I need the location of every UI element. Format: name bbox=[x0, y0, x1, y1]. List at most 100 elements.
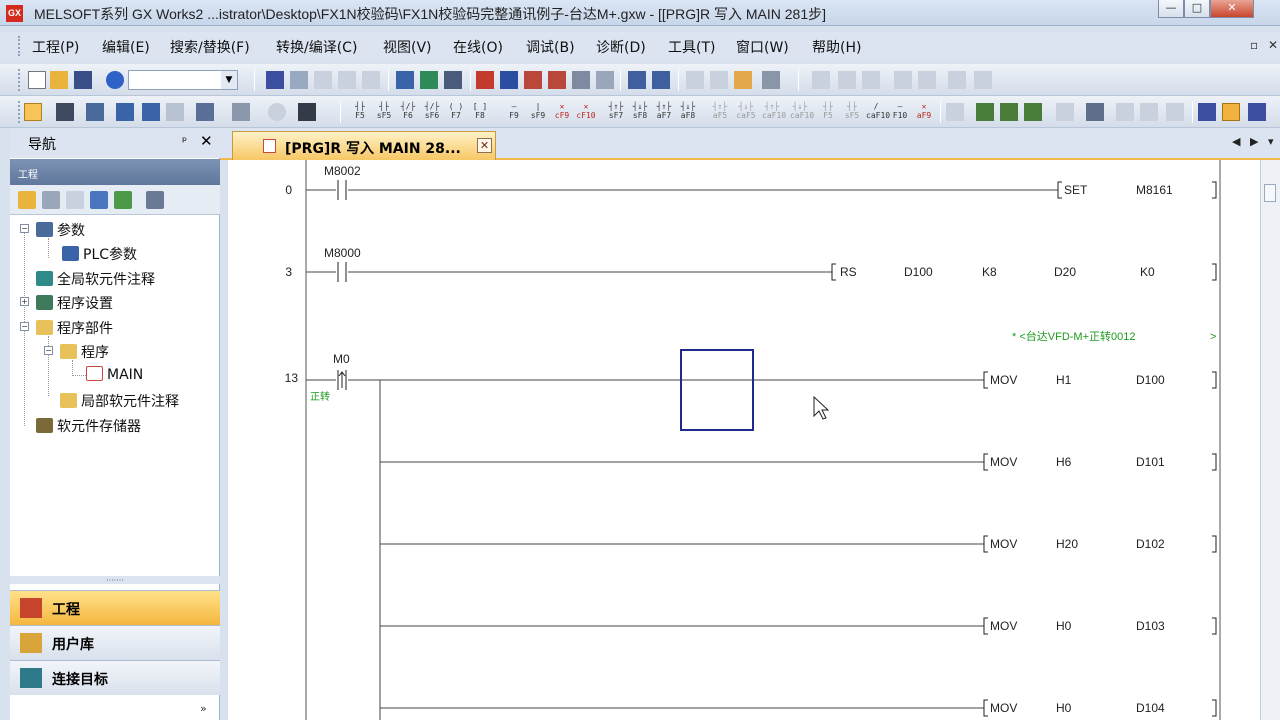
rising-pulse-icon[interactable]: ┤↑├ sF7 bbox=[606, 102, 626, 120]
read-from-plc-icon[interactable] bbox=[476, 71, 494, 89]
write-mode-icon[interactable] bbox=[1000, 103, 1018, 121]
vertical-line-icon[interactable]: | sF9 bbox=[528, 102, 548, 120]
close-tab-icon[interactable]: ✕ bbox=[477, 138, 492, 153]
tab-scroll-left-icon[interactable]: ◀ bbox=[1232, 135, 1240, 148]
navigation-window-icon[interactable] bbox=[24, 103, 42, 121]
ladder-tool-icon[interactable] bbox=[1222, 103, 1240, 121]
collapse-toggle[interactable]: − bbox=[20, 224, 29, 233]
ladder-tool-icon[interactable] bbox=[894, 71, 912, 89]
operation-result-icon[interactable]: ┤↓├ caF10 bbox=[790, 102, 814, 120]
open-contact-icon[interactable]: ┤├ F5 bbox=[350, 102, 370, 120]
menu-debug[interactable]: 调试(B) bbox=[526, 37, 575, 57]
menu-view[interactable]: 视图(V) bbox=[383, 37, 432, 57]
ladder-tool-icon[interactable] bbox=[1248, 103, 1266, 121]
remote-operation-icon[interactable] bbox=[548, 71, 566, 89]
device-test-icon[interactable] bbox=[166, 103, 184, 121]
rising-negation-icon[interactable]: ┤↑├ aF5 bbox=[710, 102, 730, 120]
ladder-tool-icon[interactable]: ┤├ F5 bbox=[818, 102, 838, 120]
menu-grip[interactable] bbox=[18, 36, 22, 56]
panel-splitter[interactable]: ······· bbox=[10, 576, 220, 585]
help-icon[interactable] bbox=[106, 71, 124, 89]
closed-branch-icon[interactable]: ┤/├ sF6 bbox=[422, 102, 442, 120]
tree-item-parameter[interactable]: 参数 bbox=[36, 220, 85, 240]
ladder-tool-icon[interactable] bbox=[974, 71, 992, 89]
delete-vertical-line-icon[interactable]: ✕ cF10 bbox=[576, 102, 596, 120]
help-icon[interactable] bbox=[268, 103, 286, 121]
mdi-close-icon[interactable]: ✕ bbox=[1268, 38, 1278, 52]
ladder-tool-icon[interactable] bbox=[1198, 103, 1216, 121]
convert-icon[interactable] bbox=[420, 71, 438, 89]
tab-list-icon[interactable]: ▾ bbox=[1268, 135, 1274, 148]
more-icon[interactable]: » bbox=[200, 702, 207, 715]
invert-icon[interactable]: / caF10 bbox=[866, 102, 890, 120]
redo-icon[interactable] bbox=[362, 71, 380, 89]
save-icon[interactable] bbox=[74, 71, 92, 89]
memory-icon[interactable] bbox=[572, 71, 590, 89]
collapse-toggle[interactable]: − bbox=[44, 346, 53, 355]
closed-contact-icon[interactable]: ┤/├ F6 bbox=[398, 102, 418, 120]
convert-all-icon[interactable] bbox=[444, 71, 462, 89]
copy-data-icon[interactable] bbox=[42, 191, 60, 209]
tree-item-main[interactable]: MAIN bbox=[86, 366, 143, 383]
copy-icon[interactable] bbox=[290, 71, 308, 89]
monitor-start-icon[interactable] bbox=[628, 71, 646, 89]
tree-item-program-setting[interactable]: 程序设置 bbox=[36, 293, 113, 313]
tree-item-global-comment[interactable]: 全局软元件注释 bbox=[36, 269, 155, 289]
ladder-tool-icon[interactable] bbox=[948, 71, 966, 89]
format-icon[interactable] bbox=[596, 71, 614, 89]
menu-online[interactable]: 在线(O) bbox=[453, 37, 503, 57]
monitor-stop-icon[interactable] bbox=[652, 71, 670, 89]
delete-data-icon[interactable] bbox=[66, 191, 84, 209]
tab-main-program[interactable]: [PRG]R 写入 MAIN 28... ✕ bbox=[232, 131, 496, 160]
falling-pulse-icon[interactable]: ┤↓├ sF8 bbox=[630, 102, 650, 120]
verify-icon[interactable] bbox=[524, 71, 542, 89]
ladder-tool-icon[interactable] bbox=[1116, 103, 1134, 121]
device-batch-icon[interactable] bbox=[142, 103, 160, 121]
toolbar-grip[interactable] bbox=[18, 101, 22, 123]
ladder-tool-icon[interactable] bbox=[946, 103, 964, 121]
tree-item-program[interactable]: 程序 bbox=[60, 342, 109, 362]
device-use-list-icon[interactable] bbox=[116, 103, 134, 121]
new-data-icon[interactable] bbox=[18, 191, 36, 209]
scrollbar-thumb[interactable] bbox=[1264, 184, 1276, 202]
binoculars-icon[interactable] bbox=[298, 103, 316, 121]
ladder-tool-icon[interactable]: ┤├ sF5 bbox=[842, 102, 862, 120]
menu-project[interactable]: 工程(P) bbox=[32, 37, 79, 57]
tree-item-local-comment[interactable]: 局部软元件注释 bbox=[60, 391, 179, 411]
device-monitor-icon[interactable] bbox=[396, 71, 414, 89]
horizontal-line-icon[interactable]: — F9 bbox=[504, 102, 524, 120]
ladder-tool-icon[interactable] bbox=[838, 71, 856, 89]
ladder-tool-icon[interactable] bbox=[812, 71, 830, 89]
line-input-icon[interactable]: — F10 bbox=[890, 102, 910, 120]
monitor-mode-icon[interactable] bbox=[1024, 103, 1042, 121]
ladder-tool-icon[interactable] bbox=[1056, 103, 1074, 121]
falling-negation-icon[interactable]: ┤↓├ caF5 bbox=[736, 102, 756, 120]
new-file-icon[interactable] bbox=[28, 71, 46, 89]
toolbar-grip[interactable] bbox=[18, 69, 22, 91]
close-icon[interactable]: ✕ bbox=[200, 132, 213, 150]
menu-find-replace[interactable]: 搜索/替换(F) bbox=[170, 37, 250, 57]
tab-scroll-right-icon[interactable]: ▶ bbox=[1250, 135, 1258, 148]
properties-icon[interactable] bbox=[90, 191, 108, 209]
element-selection-icon[interactable] bbox=[56, 103, 74, 121]
chevron-down-icon[interactable]: ▼ bbox=[221, 71, 237, 89]
project-combo[interactable]: ▼ bbox=[128, 70, 238, 90]
tree-item-device-memory[interactable]: 软元件存储器 bbox=[36, 416, 141, 436]
negation-branch-icon[interactable]: ┤↑├ caF10 bbox=[762, 102, 786, 120]
minimize-button[interactable]: — bbox=[1158, 0, 1184, 18]
rising-branch-icon[interactable]: ┤↑├ aF7 bbox=[654, 102, 674, 120]
ladder-tool-icon[interactable] bbox=[918, 71, 936, 89]
coil-icon[interactable]: ( ) F7 bbox=[446, 102, 466, 120]
tab-user-library[interactable]: 用户库 bbox=[10, 625, 220, 660]
paste-icon[interactable] bbox=[314, 71, 332, 89]
menu-window[interactable]: 窗口(W) bbox=[736, 37, 789, 57]
tree-item-plc-parameter[interactable]: PLC参数 bbox=[62, 244, 137, 264]
open-branch-icon[interactable]: ┤├ sF5 bbox=[374, 102, 394, 120]
tab-project[interactable]: 工程 bbox=[10, 590, 220, 625]
simulation-icon[interactable] bbox=[710, 71, 728, 89]
menu-help[interactable]: 帮助(H) bbox=[812, 37, 861, 57]
ladder-tool-icon[interactable] bbox=[1086, 103, 1104, 121]
menu-tools[interactable]: 工具(T) bbox=[668, 37, 715, 57]
display-icon[interactable] bbox=[762, 71, 780, 89]
watch-icon[interactable] bbox=[686, 71, 704, 89]
